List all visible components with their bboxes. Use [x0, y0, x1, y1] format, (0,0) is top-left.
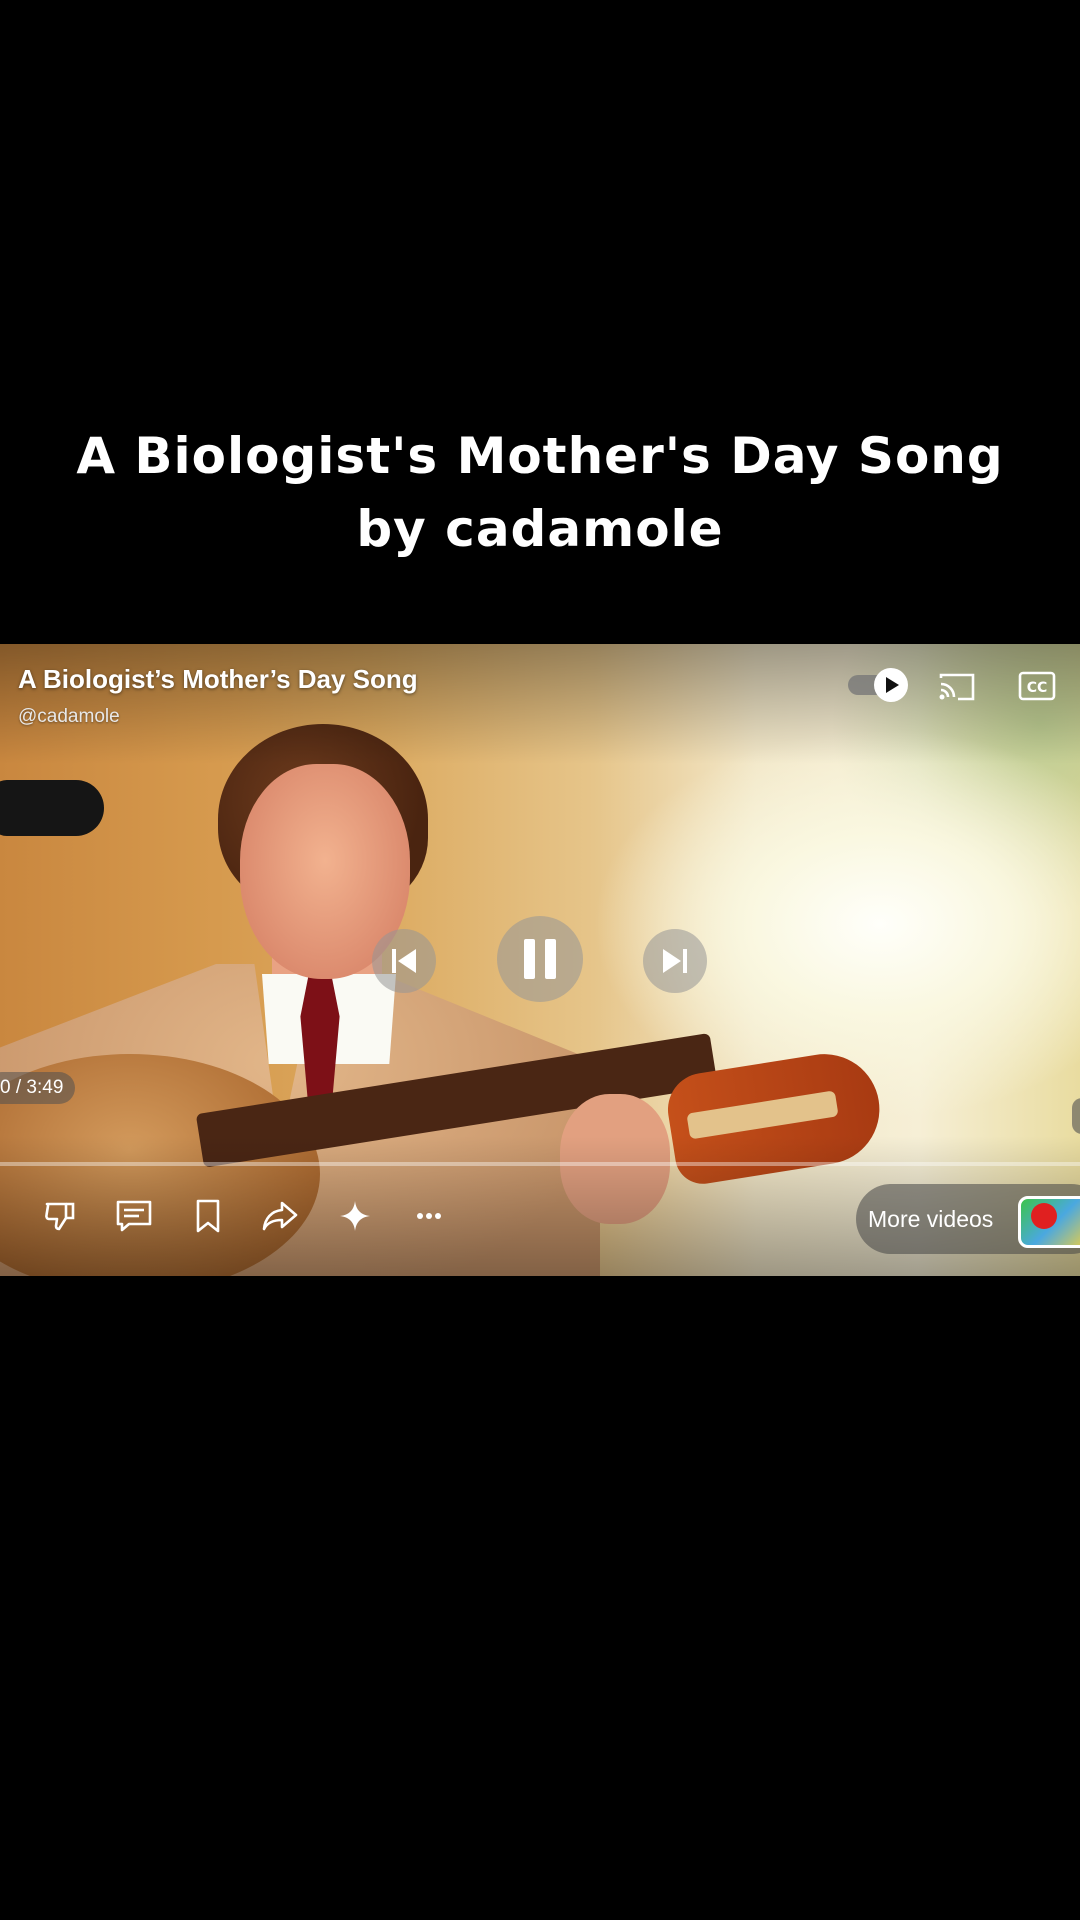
video-caption: A Biologist's Mother's Day Song by cadam…	[0, 420, 1080, 566]
caption-byline: by cadamole	[356, 500, 724, 558]
video-player[interactable]: A Biologist’s Mother’s Day Song @cadamol…	[0, 644, 1080, 1276]
more-videos-button[interactable]: More videos	[856, 1184, 1080, 1254]
autoplay-toggle[interactable]	[848, 668, 908, 702]
next-button[interactable]	[643, 929, 707, 993]
autoplay-toggle-icon	[874, 668, 908, 702]
video-title[interactable]: A Biologist’s Mother’s Day Song	[18, 664, 418, 695]
progress-bar[interactable]	[0, 1162, 1080, 1166]
dislike-button[interactable]	[38, 1194, 82, 1238]
pause-button[interactable]	[497, 916, 583, 1002]
bookmark-icon	[196, 1199, 220, 1233]
screen: A Biologist's Mother's Day Song by cadam…	[0, 0, 1080, 1920]
fullscreen-handle[interactable]	[1072, 1098, 1080, 1134]
cc-icon: CC	[1018, 671, 1056, 701]
pause-icon	[524, 939, 556, 979]
captions-button[interactable]: CC	[1018, 670, 1056, 702]
share-button[interactable]	[258, 1194, 302, 1238]
save-button[interactable]	[186, 1194, 230, 1238]
share-icon	[262, 1201, 298, 1231]
more-icon	[417, 1213, 441, 1219]
more-videos-thumbnail	[1018, 1196, 1080, 1248]
thumbs-down-icon	[45, 1202, 75, 1231]
cast-button[interactable]	[938, 670, 976, 702]
svg-text:CC: CC	[1027, 680, 1048, 696]
sparkle-icon	[340, 1201, 370, 1231]
time-display: 0 / 3:49	[0, 1072, 76, 1104]
skip-previous-icon	[392, 949, 416, 973]
channel-handle[interactable]: @cadamole	[18, 706, 120, 728]
comments-button[interactable]	[112, 1194, 156, 1238]
cast-icon	[939, 673, 975, 701]
more-videos-label: More videos	[868, 1206, 994, 1232]
remix-button[interactable]	[333, 1194, 377, 1238]
skip-next-icon	[663, 949, 687, 973]
more-button[interactable]	[407, 1194, 451, 1238]
caption-title: A Biologist's Mother's Day Song	[76, 427, 1004, 485]
top-gradient	[0, 644, 1080, 764]
guitar-tuners-shape	[686, 1090, 839, 1140]
microphone-shape	[0, 780, 104, 836]
comment-icon	[116, 1200, 152, 1232]
previous-button[interactable]	[372, 929, 436, 993]
